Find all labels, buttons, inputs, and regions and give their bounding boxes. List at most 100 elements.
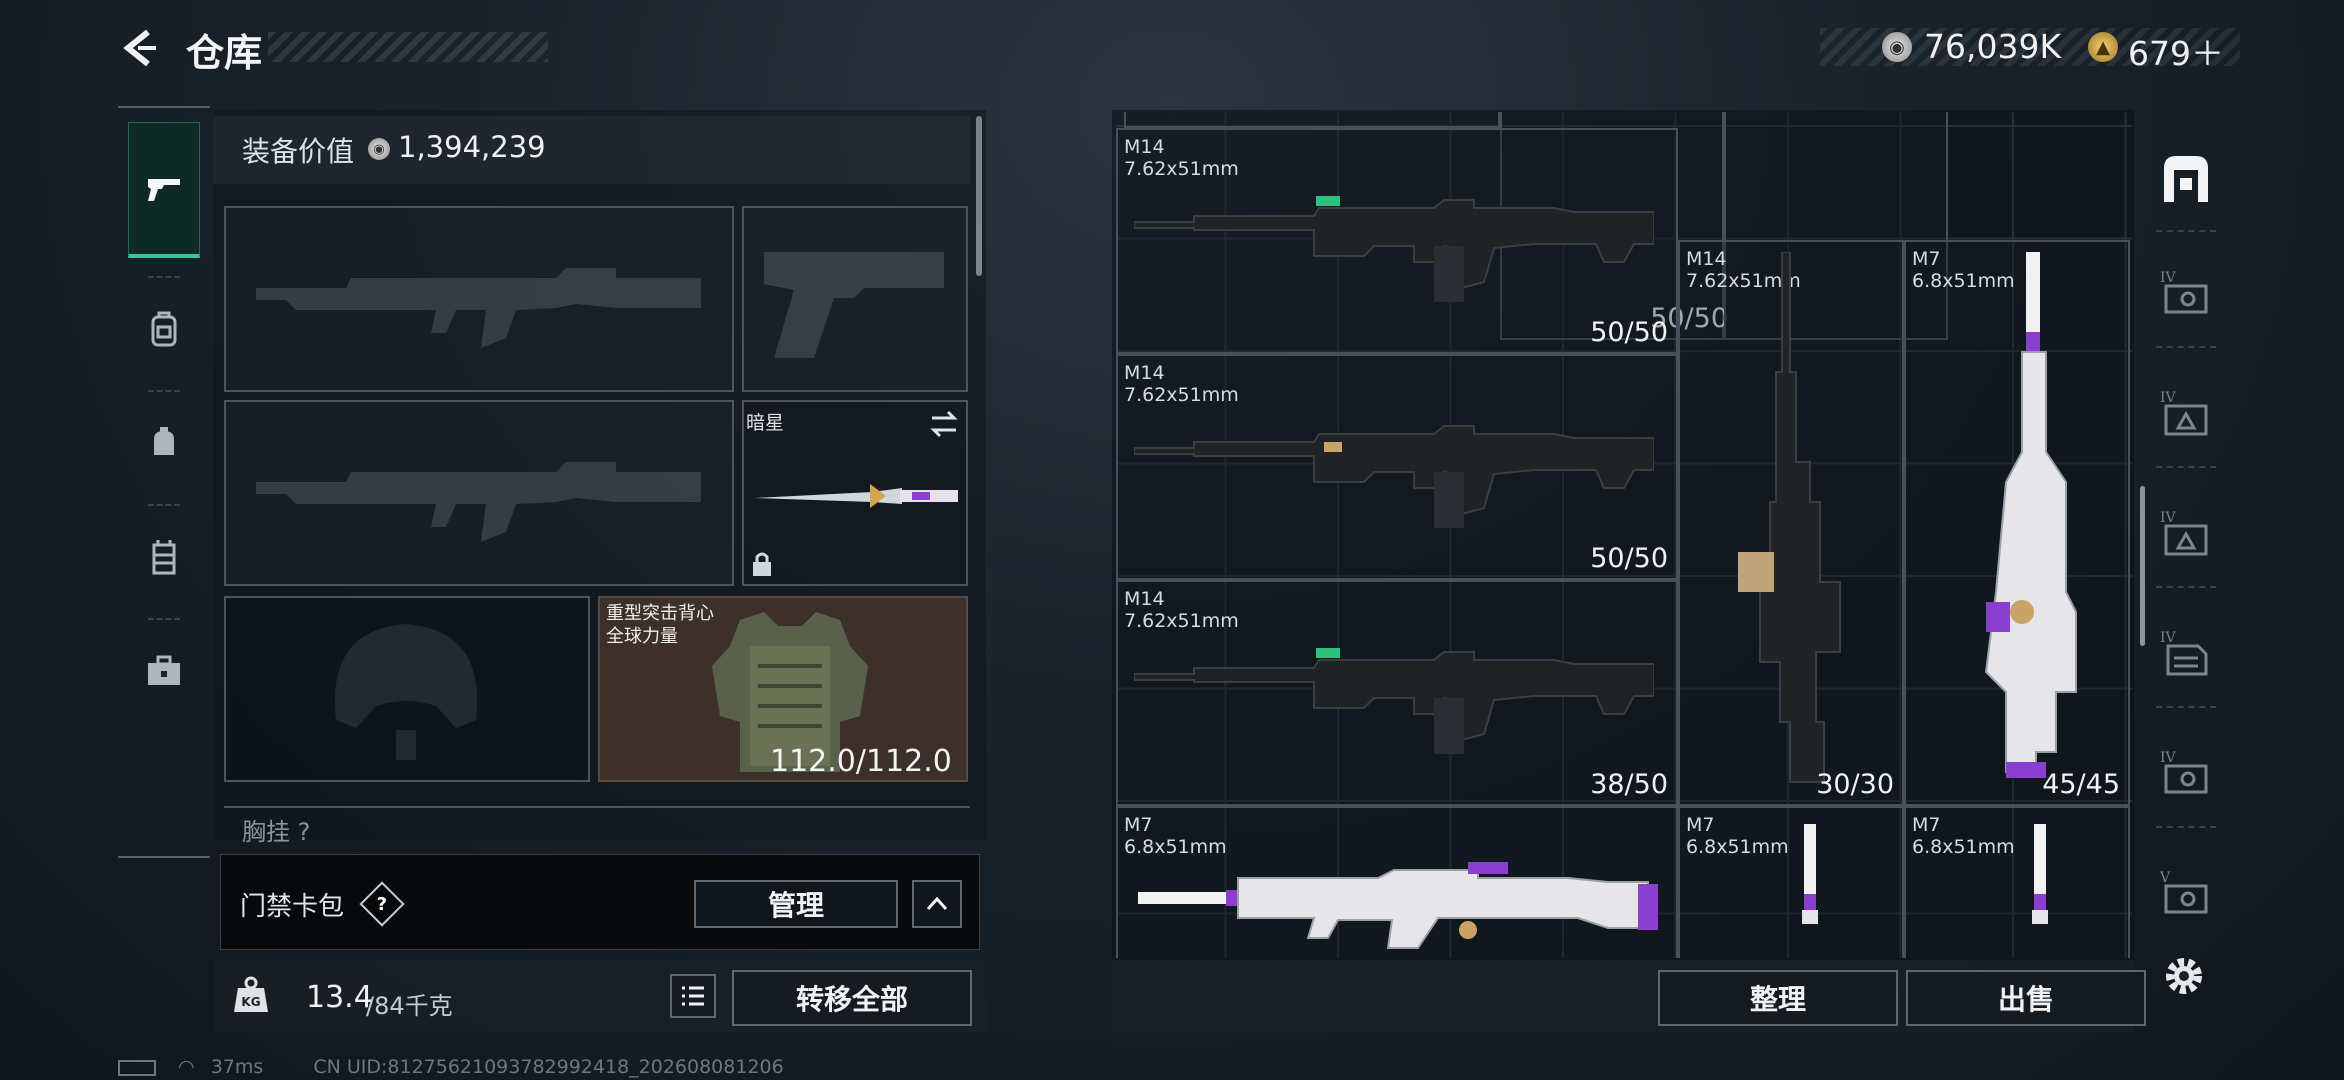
transfer-all-button[interactable]: 转移全部 [732,970,972,1026]
item-name: M7 6.8x51mm [1686,814,1789,858]
list-view-button[interactable] [670,974,716,1018]
chevron-up-icon [926,896,948,911]
ammo-count: 30/30 [1816,769,1894,800]
tier-4-armor-icon[interactable]: IV [2158,386,2214,442]
silver-coin-icon: ◉ [1882,32,1912,62]
m7-rifle-vertical-icon [1984,252,2077,778]
storage-item-m14-1[interactable]: M14 7.62x51mm 50/50 [1116,128,1678,354]
tab-pouch[interactable] [128,398,200,488]
back-arrow-icon[interactable] [118,26,162,70]
lock-icon [753,552,771,576]
currency-secondary-value[interactable]: 679＋ [2128,27,2224,75]
armor-name: 重型突击背心 全球力量 [606,602,714,648]
status-bar: ◠ 37ms CN UID:812756210937829924​18_2026… [118,1056,784,1078]
svg-text:IV: IV [2160,630,2177,646]
armor-durability: 112.0/112.0 [770,744,952,779]
m14-rifle-icon [1134,425,1654,528]
equipment-scrollbar[interactable] [976,116,982,276]
m7-rifle-icon [1138,862,1658,949]
tier-4-armor-icon-2[interactable]: IV [2158,506,2214,562]
list-icon [682,986,704,1006]
uid-text: CN UID:812756210937829924​18_20260808120… [313,1056,784,1078]
weight-current: 13.4 [306,980,373,1015]
equipment-tab-column [118,106,210,858]
rig-icon [152,540,176,575]
container-rail: IV IV IV IV IV V [2148,110,2224,960]
title-decoration [268,32,548,62]
svg-text:IV: IV [2160,750,2177,766]
tier-4-keycard-icon-2[interactable]: IV [2158,746,2214,802]
helmet-silhouette-icon [334,624,478,760]
pistol-slot[interactable] [742,206,968,392]
pistol-icon [148,178,180,201]
storage-item-m7-small-2[interactable]: M7 6.8x51mm [1904,806,2130,958]
storage-scrollbar[interactable] [2140,486,2145,646]
svg-text:IV: IV [2160,390,2177,406]
m14-rifle-icon [1134,648,1654,754]
item-name: M14 7.62x51mm [1124,136,1239,180]
pouch-icon [154,427,174,455]
swap-icon[interactable] [928,408,960,440]
silver-coin-icon: ◉ [368,138,390,160]
gold-coin-icon: ▲ [2088,32,2118,62]
m7-rifle-vertical-icon [1802,824,1818,924]
pistol-silhouette-icon [764,252,944,358]
storage-item-m14-2[interactable]: M14 7.62x51mm 50/50 [1116,354,1678,580]
ammo-count: 50/50 [1590,543,1668,574]
rifle-silhouette-icon [256,268,701,348]
tier-5-keycard-icon[interactable]: V [2158,866,2214,922]
armor-name-line2: 全球力量 [606,626,678,647]
weight-max: /84千克 [366,992,453,1020]
ammo-count: 38/50 [1590,769,1668,800]
tab-weapon[interactable] [128,122,200,258]
tab-case[interactable] [128,626,200,716]
help-glyph: ? [376,893,388,915]
melee-name: 暗星 [746,412,785,434]
wifi-icon: ◠ [178,1056,195,1078]
storage-item-m14-3[interactable]: M14 7.62x51mm 38/50 [1116,580,1678,806]
m14-rifle-icon [1134,196,1654,302]
manage-button[interactable]: 管理 [694,880,898,928]
expand-button[interactable] [912,880,962,928]
svg-text:KG: KG [241,995,260,1009]
m7-rifle-vertical-icon [2032,824,2048,924]
primary-weapon-slot-2[interactable] [224,400,734,586]
chest-rig-slot[interactable] [224,806,970,840]
currency-primary-value[interactable]: 76,039K [1924,27,2061,66]
helmet-slot[interactable] [224,596,590,782]
item-name: M7 6.8x51mm [1912,814,2015,858]
storage-grid: 50/50 M14 7.62x51mm 50/50 M14 7.62x51mm 50… [1116,112,2132,958]
svg-text:IV: IV [2160,510,2177,526]
svg-text:V: V [2159,870,2171,886]
storage-item-m7-small-1[interactable]: M7 6.8x51mm [1678,806,1904,958]
primary-weapon-slot-1[interactable] [224,206,734,392]
battery-icon [118,1059,156,1076]
keycard-label: 门禁卡包 [240,892,345,922]
rifle-silhouette-icon [256,462,701,542]
ping-value: 37ms [210,1056,264,1078]
m14-rifle-vertical-icon [1738,252,1841,783]
tier-4-keycard-icon[interactable]: IV [2158,266,2214,322]
tab-backpack[interactable] [128,284,200,374]
toolbox-icon [148,655,180,685]
sort-button[interactable]: 整理 [1658,970,1898,1026]
ammo-count: 50/50 [1590,317,1668,348]
grid-cell-partial[interactable] [1124,112,1500,128]
armor-name-line1: 重型突击背心 [606,603,714,624]
page-title: 仓库 [186,31,263,75]
safe-box-icon[interactable] [2158,150,2214,206]
tab-rig[interactable] [128,512,200,602]
weight-icon: KG [230,974,272,1016]
ammo-count: 45/45 [2042,769,2120,800]
item-name: M14 7.62x51mm [1124,362,1239,406]
storage-item-m7-horizontal[interactable]: M7 6.8x51mm [1116,806,1678,958]
backpack-icon [151,311,177,347]
gear-icon[interactable] [2158,950,2210,1002]
storage-item-m14-vertical[interactable]: M14 7.62x51mm 30/30 [1678,240,1904,806]
equipment-value: 1,394,239 [398,130,546,164]
storage-item-m7-vertical[interactable]: M7 6.8x51mm 45/45 [1904,240,2130,806]
sell-button[interactable]: 出售 [1906,970,2146,1026]
melee-knife-icon [754,484,958,508]
equipment-value-label: 装备价值 [242,135,355,168]
tier-4-document-icon[interactable]: IV [2158,626,2214,682]
